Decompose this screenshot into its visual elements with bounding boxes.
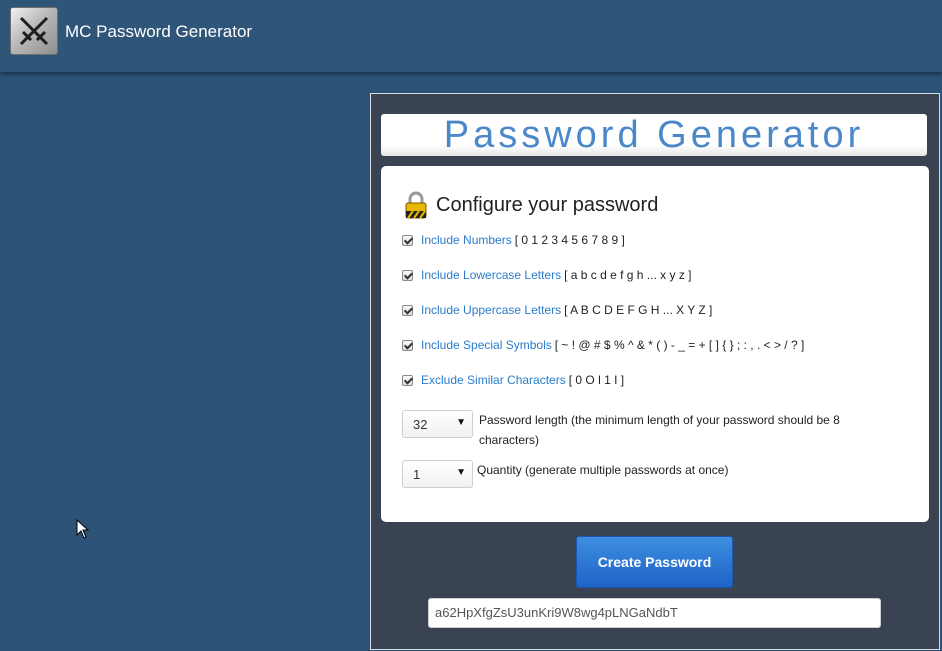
crossed-swords-logo-icon — [10, 7, 58, 55]
dropdown-arrow-icon: ▼ — [456, 417, 466, 428]
card-heading: Configure your password — [405, 190, 658, 220]
exclude-similar-checkbox[interactable] — [402, 374, 413, 386]
option-detail: [ 0 1 2 3 4 5 6 7 8 9 ] — [514, 233, 625, 247]
option-lowercase[interactable]: Include Lowercase Letters [ a b c d e f … — [402, 267, 691, 283]
lowercase-checkbox[interactable] — [402, 269, 413, 281]
option-label[interactable]: Include Numbers — [421, 233, 512, 247]
length-label: Password length (the minimum length of y… — [479, 413, 840, 447]
top-bar: MC Password Generator — [0, 0, 942, 72]
page-title: Password Generator — [443, 114, 865, 156]
config-card: Configure your password Include Numbers … — [381, 166, 929, 522]
numbers-checkbox[interactable] — [402, 234, 413, 246]
option-symbols[interactable]: Include Special Symbols [ ~ ! @ # $ % ^ … — [402, 337, 804, 353]
option-label[interactable]: Include Lowercase Letters — [421, 268, 561, 282]
card-heading-text: Configure your password — [436, 193, 659, 216]
quantity-select[interactable]: 1 ▼ — [402, 460, 473, 488]
option-label[interactable]: Include Special Symbols — [421, 338, 552, 352]
option-detail: [ 0 O l 1 I ] — [568, 373, 625, 387]
uppercase-checkbox[interactable] — [402, 304, 413, 316]
create-password-button[interactable]: Create Password — [576, 536, 733, 588]
dropdown-arrow-icon: ▼ — [456, 467, 466, 478]
option-label[interactable]: Exclude Similar Characters — [421, 373, 566, 387]
length-select[interactable]: 32 ▼ — [402, 410, 473, 438]
option-detail: [ A B C D E F G H ... X Y Z ] — [564, 303, 713, 317]
quantity-label: Quantity (generate multiple passwords at… — [477, 463, 729, 477]
symbols-checkbox[interactable] — [402, 339, 413, 351]
length-value: 32 — [413, 417, 428, 432]
password-output[interactable]: a62HpXfgZsU3unKri9W8wg4pLNGaNdbT — [428, 598, 881, 628]
header-box: Password Generator — [381, 114, 927, 156]
option-label[interactable]: Include Uppercase Letters — [421, 303, 561, 317]
option-numbers[interactable]: Include Numbers [ 0 1 2 3 4 5 6 7 8 9 ] — [402, 232, 625, 248]
generator-panel: Password Generator Configure your passwo… — [370, 93, 940, 650]
option-exclude-similar[interactable]: Exclude Similar Characters [ 0 O l 1 I ] — [402, 372, 624, 388]
option-detail: [ a b c d e f g h ... x y z ] — [564, 268, 692, 282]
quantity-value: 1 — [413, 467, 421, 482]
option-uppercase[interactable]: Include Uppercase Letters [ A B C D E F … — [402, 302, 712, 318]
option-detail: [ ~ ! @ # $ % ^ & * ( ) - _ = + [ ] { } … — [554, 338, 805, 352]
app-title: MC Password Generator — [65, 22, 253, 41]
padlock-icon — [405, 191, 427, 219]
mouse-cursor-icon — [76, 519, 90, 539]
